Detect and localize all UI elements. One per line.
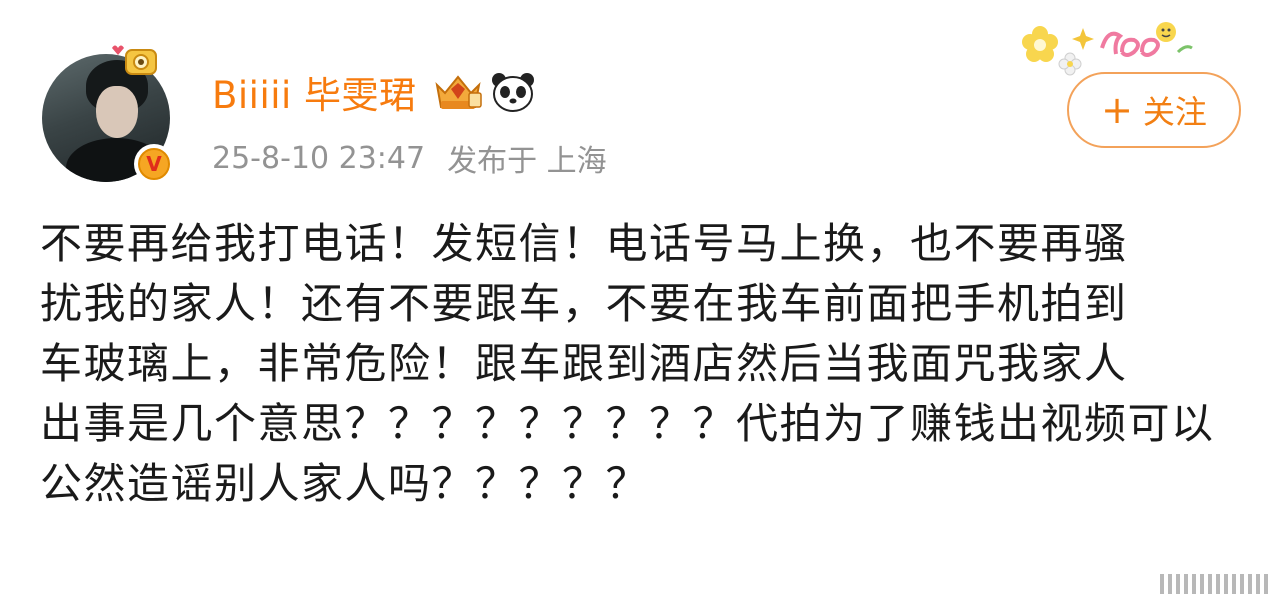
avatar-pendant-icon — [112, 45, 157, 75]
follow-button[interactable]: + 关注 — [1067, 72, 1241, 148]
follow-label: 关注 — [1142, 93, 1207, 131]
post-content: 不要再给我打电话！发短信！电话号马上换，也不要再骚 扰我的家人！还有不要跟车，不… — [40, 214, 1240, 514]
post-line: 车玻璃上，非常危险！跟车跟到酒店然后当我面咒我家人 — [40, 339, 1128, 388]
post-meta: 25-8-10 23:47 发布于 上海 — [212, 138, 607, 180]
post-timestamp: 25-8-10 23:47 — [212, 140, 426, 176]
crown-badge-icon[interactable] — [431, 71, 485, 113]
post-line: 出事是几个意思？？？？？？？？？代拍为了赚钱出视频可以 — [40, 399, 1215, 448]
weibo-post: V Biiiii 毕雯珺 25-8-10 23:47 发布于 上海 + 关注 不… — [0, 0, 1284, 610]
post-line: 扰我的家人！还有不要跟车，不要在我车前面把手机拍到 — [40, 279, 1128, 328]
more-indicator-icon[interactable] — [1160, 572, 1270, 596]
post-line: 不要再给我打电话！发短信！电话号马上换，也不要再骚 — [40, 219, 1128, 268]
verified-v-icon: V — [134, 144, 174, 184]
panda-icon[interactable] — [489, 71, 537, 113]
post-line: 公然造谣别人家人吗？？？？？ — [40, 459, 650, 508]
post-location: 发布于 上海 — [447, 144, 607, 179]
plus-icon: + — [1101, 88, 1133, 132]
author-name[interactable]: Biiiii 毕雯珺 — [212, 65, 417, 119]
author-row: Biiiii 毕雯珺 — [212, 70, 537, 117]
